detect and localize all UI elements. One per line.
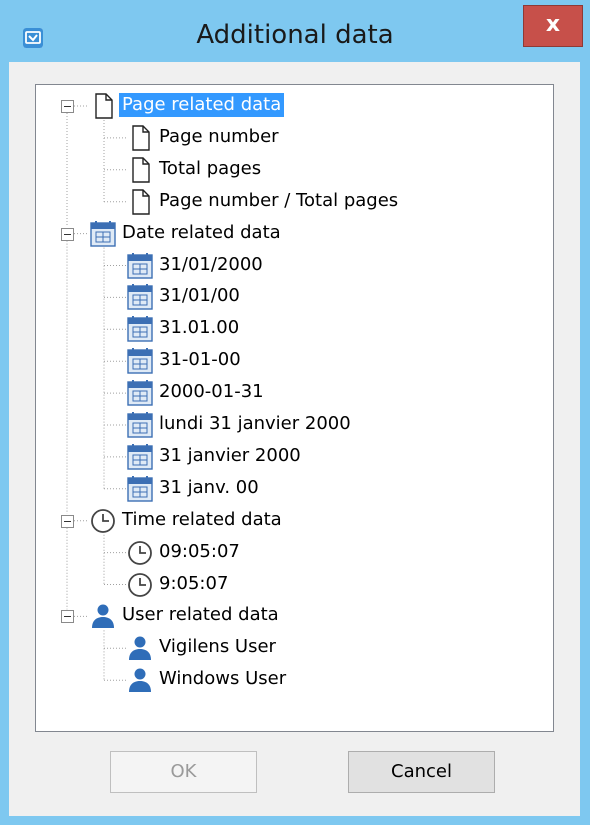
clock-icon	[88, 506, 118, 536]
tree-leaf-label: Vigilens User	[159, 636, 276, 658]
tree-leaf-label: 31 janvier 2000	[159, 444, 301, 466]
tree-leaf-node[interactable]: Windows User	[36, 665, 553, 695]
calendar-icon	[125, 346, 155, 376]
tree-group-node[interactable]: Date related data	[36, 219, 553, 249]
tree-leaf-node[interactable]: lundi 31 janvier 2000	[36, 410, 553, 440]
tree-leaf-label: 2000-01-31	[159, 381, 264, 403]
tree-leaf-label: Page number / Total pages	[159, 189, 399, 211]
page-icon	[125, 123, 155, 153]
tree-leaf-label: 31/01/00	[159, 285, 240, 307]
tree-group-node[interactable]: Page related data	[36, 91, 553, 121]
tree-leaf-node[interactable]: Total pages	[36, 155, 553, 185]
tree-group-label: User related data	[122, 604, 279, 626]
calendar-icon	[125, 410, 155, 440]
calendar-icon	[125, 378, 155, 408]
tree-group-label: Time related data	[122, 508, 282, 530]
calendar-icon	[88, 219, 118, 249]
tree-leaf-node[interactable]: Page number / Total pages	[36, 187, 553, 217]
tree-leaf-label: 31-01-00	[159, 349, 241, 371]
tree-leaf-label: lundi 31 janvier 2000	[159, 413, 351, 434]
calendar-icon	[125, 474, 155, 504]
tree-leaf-node[interactable]: 31-01-00	[36, 346, 553, 376]
clock-icon	[125, 570, 155, 600]
tree-leaf-node[interactable]: Page number	[36, 123, 553, 153]
tree-group-label: Page related data	[119, 93, 285, 117]
data-tree[interactable]: Page related data Page number Total pages P…	[35, 84, 554, 732]
page-icon	[88, 91, 118, 121]
calendar-icon	[125, 251, 155, 281]
tree-leaf-node[interactable]: Vigilens User	[36, 633, 553, 663]
cancel-button[interactable]: Cancel	[348, 751, 495, 793]
dialog-window: Additional data x Page related data Page …	[0, 0, 590, 825]
tree-leaf-node[interactable]: 31/01/00	[36, 282, 553, 312]
page-icon	[125, 187, 155, 217]
calendar-icon	[125, 282, 155, 312]
close-button[interactable]: x	[523, 5, 583, 47]
dialog-body: Page related data Page number Total pages P…	[9, 62, 580, 816]
title-bar[interactable]: Additional data x	[0, 0, 590, 62]
tree-leaf-label: Total pages	[159, 157, 262, 179]
tree-leaf-label: 31.01.00	[159, 317, 240, 339]
user-icon	[88, 601, 118, 631]
clock-icon	[125, 538, 155, 568]
tree-group-node[interactable]: User related data	[36, 601, 553, 631]
ok-button[interactable]: OK	[110, 751, 257, 793]
tree-leaf-label: 31/01/2000	[159, 253, 263, 275]
tree-leaf-node[interactable]: 9:05:07	[36, 570, 553, 600]
tree-leaf-node[interactable]: 31.01.00	[36, 314, 553, 344]
tree-leaf-label: 9:05:07	[159, 572, 229, 594]
tree-group-node[interactable]: Time related data	[36, 506, 553, 536]
tree-leaf-node[interactable]: 31 janv. 00	[36, 474, 553, 504]
tree-leaf-label: 31 janv. 00	[159, 476, 259, 498]
tree-leaf-label: 09:05:07	[159, 540, 240, 562]
user-icon	[125, 665, 155, 695]
tree-leaf-node[interactable]: 09:05:07	[36, 538, 553, 568]
tree-leaf-label: Page number	[159, 125, 279, 147]
calendar-icon	[125, 314, 155, 344]
page-icon	[125, 155, 155, 185]
tree-leaf-node[interactable]: 31/01/2000	[36, 251, 553, 281]
calendar-icon	[125, 442, 155, 472]
dialog-title: Additional data	[196, 20, 394, 50]
tree-leaf-node[interactable]: 31 janvier 2000	[36, 442, 553, 472]
tree-leaf-node[interactable]: 2000-01-31	[36, 378, 553, 408]
user-icon	[125, 633, 155, 663]
tree-group-label: Date related data	[122, 221, 281, 243]
tree-leaf-label: Windows User	[159, 668, 287, 690]
